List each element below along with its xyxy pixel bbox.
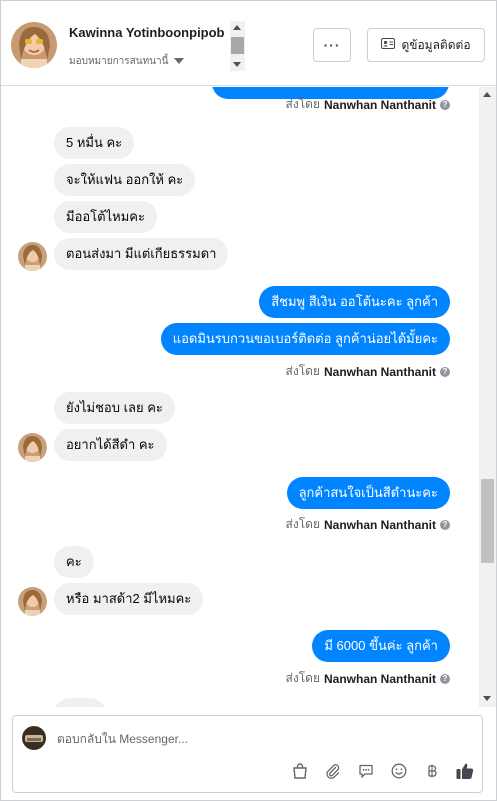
contact-avatar[interactable] — [11, 22, 57, 68]
reply-composer — [12, 715, 483, 793]
message-bubble-incoming: ตอนส่งมา มีแต่เกียธรรมดา — [54, 238, 229, 270]
message-bubble-outgoing: แอดมินรบกวนขอเบอร์ติดต่อ ลูกค้าน่อยได้มั… — [160, 323, 450, 355]
sent-by-line: ส่งโดย Nanwhan Nanthanit ? — [286, 362, 450, 381]
view-contact-info-label: ดูข้อมูลติดต่อ — [401, 37, 471, 52]
message-bubble-incoming: จะให้แฟน ออกให้ คะ — [54, 164, 196, 196]
message-bubble-incoming: ยังไม่ชอบ เลย คะ — [54, 392, 175, 424]
baht-icon[interactable] — [421, 760, 442, 781]
reply-input[interactable] — [57, 729, 357, 749]
header-scrollbar[interactable] — [230, 21, 245, 71]
scroll-down-arrow-icon[interactable] — [483, 696, 491, 701]
info-icon[interactable]: ? — [440, 519, 450, 530]
thumbs-up-icon[interactable] — [454, 760, 475, 781]
message-bubble-incoming: 5 หมื่น คะ — [54, 127, 135, 159]
paperclip-icon[interactable] — [322, 760, 343, 781]
thread-scrollbar[interactable] — [479, 87, 496, 707]
message-bubble-incoming: คะ — [54, 546, 94, 578]
assign-conversation-dropdown[interactable]: มอบหมายการสนทนานี้ — [69, 54, 185, 69]
info-icon[interactable]: ? — [440, 366, 450, 377]
scrollbar-thumb[interactable] — [231, 37, 244, 54]
chat-bubble-icon[interactable] — [355, 760, 376, 781]
message-bubble-outgoing: สีชมพู สีเงิน ออโต้นะคะ ลูกค้า — [259, 286, 450, 318]
message-bubble-incoming: หรือ มาสด้า2 มีไหมคะ — [54, 583, 204, 615]
message-bubble-incoming-partial — [54, 698, 106, 707]
view-contact-info-button[interactable]: ดูข้อมูลติดต่อ — [367, 28, 485, 62]
composer-toolbar — [289, 760, 475, 781]
shopping-bag-icon[interactable] — [289, 760, 310, 781]
scroll-up-arrow-icon[interactable] — [483, 92, 491, 97]
contact-avatar-small — [18, 242, 47, 271]
scroll-down-arrow-icon[interactable] — [233, 62, 241, 67]
contact-avatar-small — [18, 433, 47, 462]
sent-by-line: ส่งโดย Nanwhan Nanthanit ? — [286, 95, 450, 114]
sent-by-line: ส่งโดย Nanwhan Nanthanit ? — [286, 669, 450, 688]
message-bubble-outgoing: ลูกค้าสนใจเป็นสีดำนะคะ — [286, 477, 450, 509]
message-bubble-outgoing: มี 6000 ขึ้นค่ะ ลูกค้า — [312, 630, 450, 662]
scroll-up-arrow-icon[interactable] — [233, 25, 241, 30]
agent-name: Nanwhan Nanthanit — [323, 517, 436, 532]
message-bubble-incoming: อยากได้สีดำ คะ — [54, 429, 167, 461]
page-avatar — [22, 726, 46, 750]
info-icon[interactable]: ? — [440, 99, 450, 110]
contact-avatar-small — [18, 587, 47, 616]
message-thread[interactable]: ส่งโดย Nanwhan Nanthanit ? 5 หมื่น คะ จะ… — [1, 87, 479, 707]
sent-by-line: ส่งโดย Nanwhan Nanthanit ? — [286, 515, 450, 534]
more-options-button[interactable]: ··· — [313, 28, 351, 62]
info-icon[interactable]: ? — [440, 673, 450, 684]
agent-name: Nanwhan Nanthanit — [323, 97, 436, 112]
message-bubble-incoming: มีออโต้ไหมคะ — [54, 201, 157, 233]
smiley-icon[interactable] — [388, 760, 409, 781]
caret-down-icon — [174, 56, 185, 67]
conversation-header: Kawinna Yotinboonpipob มอบหมายการสนทนานี… — [1, 1, 496, 86]
scrollbar-thumb[interactable] — [481, 479, 494, 563]
contact-name: Kawinna Yotinboonpipob — [69, 25, 225, 40]
agent-name: Nanwhan Nanthanit — [323, 671, 436, 686]
assign-label: มอบหมายการสนทนานี้ — [69, 56, 169, 67]
inbox-conversation-panel: Kawinna Yotinboonpipob มอบหมายการสนทนานี… — [0, 0, 497, 801]
contact-card-icon — [381, 38, 396, 52]
agent-name: Nanwhan Nanthanit — [323, 364, 436, 379]
